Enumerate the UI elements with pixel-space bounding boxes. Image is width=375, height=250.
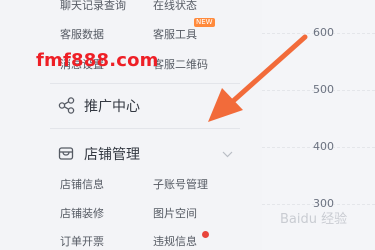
baidu-watermark: Baidu 经验 [280, 212, 348, 227]
